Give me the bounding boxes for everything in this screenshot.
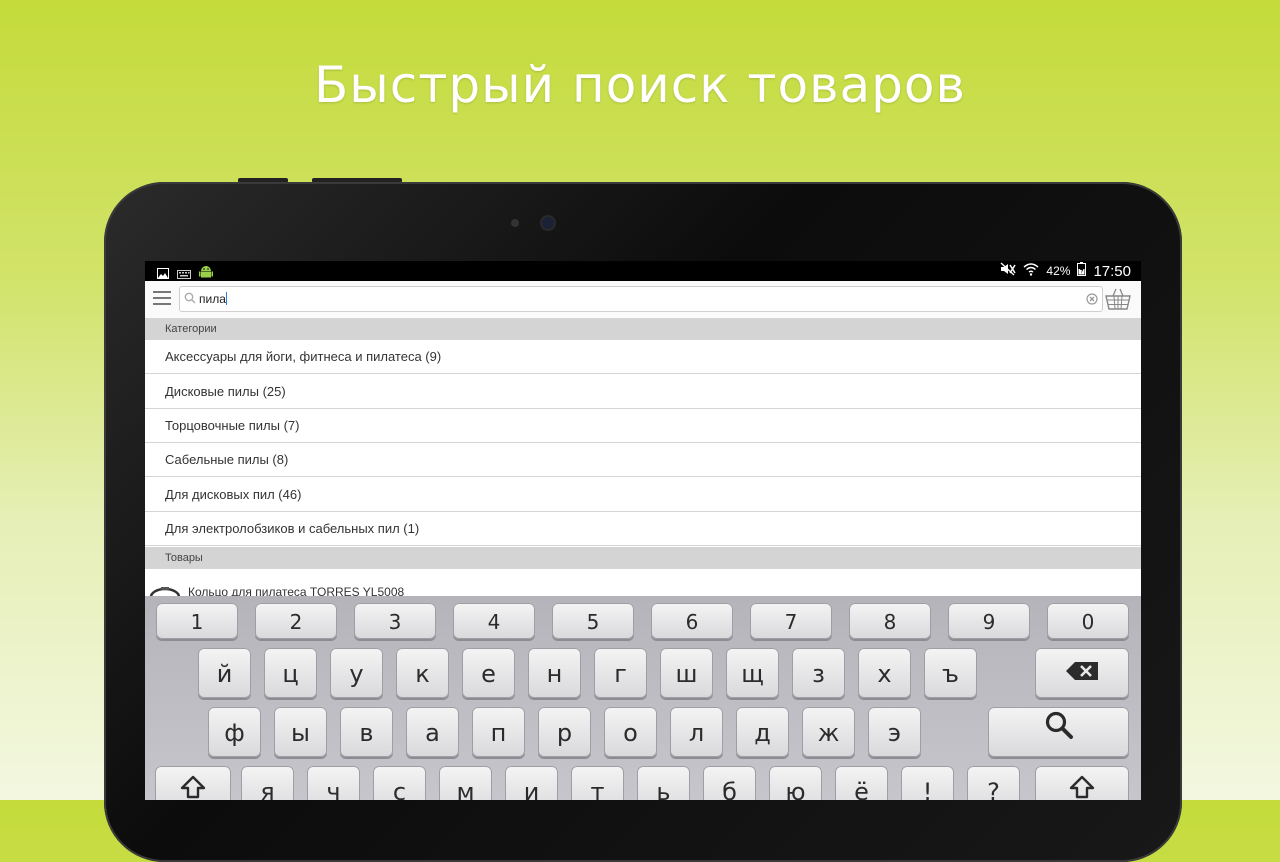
search-toolbar: пила [145,281,1141,319]
key-letter[interactable]: ю [769,766,822,800]
tablet-screen: 42% 17:50 пила Категории Аксессуары для … [145,261,1141,800]
backspace-key[interactable] [1035,648,1129,698]
hamburger-menu-icon[interactable] [153,290,171,306]
promo-headline: Быстрый поиск товаров [314,56,966,114]
key-letter[interactable]: й [198,648,251,698]
text-caret [225,292,227,305]
search-icon [184,291,196,309]
key-letter[interactable]: б [703,766,756,800]
key-letter[interactable]: ц [264,648,317,698]
key-letter[interactable]: з [792,648,845,698]
search-input[interactable]: пила [179,286,1103,312]
cart-basket-icon[interactable] [1105,287,1131,316]
onscreen-keyboard: 1 2 3 4 5 6 7 8 9 0 й ц у к е н г ш щ з … [145,596,1141,800]
section-header-categories: Категории [145,318,1141,340]
key-letter[interactable]: л [670,707,723,757]
key-letter[interactable]: т [571,766,624,800]
category-item[interactable]: Для дисковых пил (46) [145,478,1141,512]
key-letter[interactable]: е [462,648,515,698]
battery-icon [1077,261,1087,281]
key-1[interactable]: 1 [156,603,238,639]
key-7[interactable]: 7 [750,603,832,639]
key-8[interactable]: 8 [849,603,931,639]
front-camera [542,217,554,229]
key-letter[interactable]: о [604,707,657,757]
key-letter[interactable]: ё [835,766,888,800]
category-item[interactable]: Аксессуары для йоги, фитнеса и пилатеса … [145,340,1141,374]
key-exclamation[interactable]: ! [901,766,954,800]
search-key[interactable] [988,707,1129,757]
key-5[interactable]: 5 [552,603,634,639]
key-letter[interactable]: к [396,648,449,698]
key-letter[interactable]: а [406,707,459,757]
key-letter[interactable]: ф [208,707,261,757]
key-letter[interactable]: у [330,648,383,698]
key-0[interactable]: 0 [1047,603,1129,639]
key-letter[interactable]: ъ [924,648,977,698]
key-letter[interactable]: ш [660,648,713,698]
status-bar: 42% 17:50 [145,261,1141,281]
backspace-icon [1065,647,1099,699]
key-letter[interactable]: г [594,648,647,698]
key-letter[interactable]: щ [726,648,779,698]
key-letter[interactable]: ь [637,766,690,800]
key-letter[interactable]: х [858,648,911,698]
key-3[interactable]: 3 [354,603,436,639]
category-item[interactable]: Дисковые пилы (25) [145,375,1141,409]
key-letter[interactable]: я [241,766,294,800]
key-letter[interactable]: и [505,766,558,800]
shift-icon [180,765,206,800]
key-question[interactable]: ? [967,766,1020,800]
key-letter[interactable]: ж [802,707,855,757]
category-item[interactable]: Для электролобзиков и сабельных пил (1) [145,512,1141,546]
section-header-products: Товары [145,547,1141,569]
key-letter[interactable]: м [439,766,492,800]
sensor-dot [511,219,519,227]
battery-percent: 42% [1046,264,1071,278]
shift-key-right[interactable] [1035,766,1129,800]
clear-search-icon[interactable] [1086,292,1098,310]
key-6[interactable]: 6 [651,603,733,639]
key-letter[interactable]: н [528,648,581,698]
key-letter[interactable]: д [736,707,789,757]
mute-icon [1000,262,1017,281]
key-2[interactable]: 2 [255,603,337,639]
key-letter[interactable]: р [538,707,591,757]
search-icon [1044,706,1074,758]
key-letter[interactable]: п [472,707,525,757]
key-letter[interactable]: э [868,707,921,757]
search-query-text: пила [199,292,226,306]
key-letter[interactable]: в [340,707,393,757]
key-letter[interactable]: с [373,766,426,800]
shift-key-left[interactable] [155,766,231,800]
key-letter[interactable]: ч [307,766,360,800]
category-item[interactable]: Сабельные пилы (8) [145,443,1141,477]
category-item[interactable]: Торцовочные пилы (7) [145,409,1141,443]
key-9[interactable]: 9 [948,603,1030,639]
shift-icon [1069,765,1095,800]
status-clock: 17:50 [1093,262,1131,280]
key-letter[interactable]: ы [274,707,327,757]
wifi-icon [1023,262,1039,281]
key-4[interactable]: 4 [453,603,535,639]
